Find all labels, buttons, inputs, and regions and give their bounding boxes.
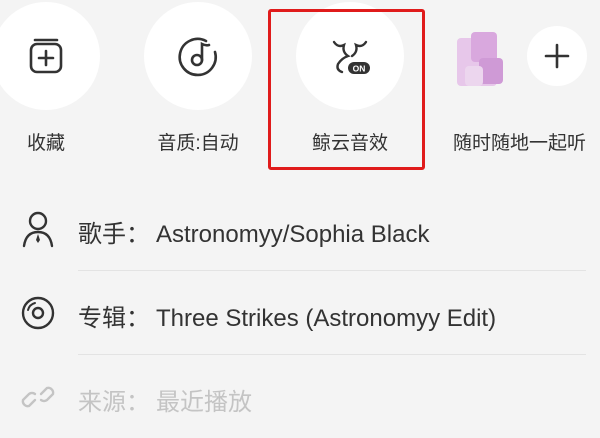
source-value: 最近播放 — [156, 389, 252, 416]
artist-text: 歌手： Astronomyy/Sophia Black — [78, 214, 429, 249]
add-listener-button[interactable] — [527, 26, 587, 86]
collect-action[interactable]: 收藏 — [0, 0, 106, 185]
artist-colon: ： — [126, 221, 150, 248]
source-label: 来源 — [78, 389, 126, 416]
sound-quality-action[interactable]: 音质:自动 — [138, 0, 258, 185]
album-label: 专辑 — [78, 305, 126, 332]
album-value: Three Strikes (Astronomyy Edit) — [156, 305, 497, 332]
listen-together-action[interactable]: 随时随地一起听 — [445, 0, 600, 185]
link-icon — [21, 386, 55, 408]
artist-value: Astronomyy/Sophia Black — [156, 221, 430, 248]
add-to-collection-icon — [29, 38, 63, 74]
plus-icon — [544, 43, 570, 69]
artist-row[interactable]: 歌手： Astronomyy/Sophia Black — [0, 188, 600, 270]
listener-avatars — [457, 30, 513, 92]
music-disc-icon — [178, 37, 217, 77]
album-icon — [21, 296, 55, 330]
action-row: 收藏 音质:自动 ON 鲸云音效 随时随地一起听 — [0, 0, 600, 185]
highlight-box — [268, 9, 425, 170]
album-text: 专辑： Three Strikes (Astronomyy Edit) — [78, 298, 496, 333]
collect-label: 收藏 — [26, 133, 65, 154]
divider — [78, 270, 586, 271]
source-row[interactable]: 来源： 最近播放 — [0, 356, 600, 438]
song-info-list: 歌手： Astronomyy/Sophia Black 专辑： Three Stri… — [0, 188, 600, 423]
source-colon: ： — [126, 389, 150, 416]
album-colon: ： — [126, 305, 150, 332]
sound-quality-label: 音质:自动 — [157, 133, 239, 154]
person-icon — [22, 211, 54, 248]
album-row[interactable]: 专辑： Three Strikes (Astronomyy Edit) — [0, 272, 600, 354]
source-text: 来源： 最近播放 — [78, 382, 252, 417]
listen-together-label: 随时随地一起听 — [453, 133, 587, 154]
divider — [78, 354, 586, 355]
artist-label: 歌手 — [78, 221, 126, 248]
